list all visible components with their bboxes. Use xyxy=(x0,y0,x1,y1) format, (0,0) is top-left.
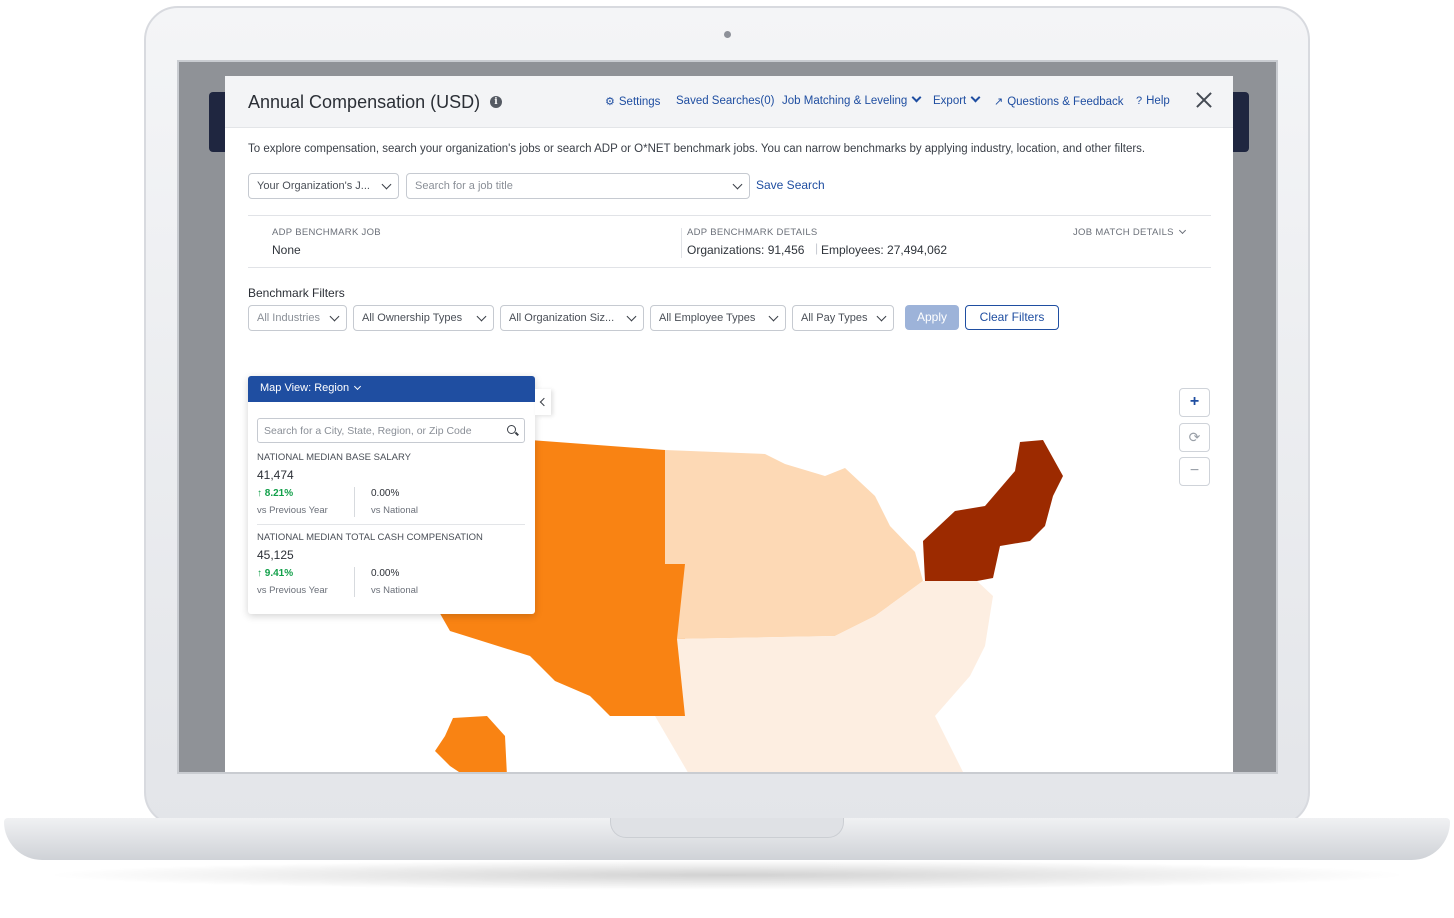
cash-comp-value: 45,125 xyxy=(257,548,294,562)
search-icon[interactable] xyxy=(507,425,516,434)
map-region-northeast[interactable] xyxy=(923,440,1063,581)
cash-comp-vs-national: 0.00% xyxy=(371,568,400,579)
laptop-notch xyxy=(610,818,844,838)
base-salary-change: ↑ 8.21% xyxy=(257,488,293,499)
cash-comp-change: ↑ 9.41% xyxy=(257,568,293,579)
zoom-in-button[interactable]: + xyxy=(1179,388,1210,417)
divider xyxy=(354,567,355,597)
reset-zoom-button[interactable]: ⟳ xyxy=(1179,423,1210,452)
chevron-down-icon xyxy=(354,382,362,391)
laptop-shadow xyxy=(40,860,1414,890)
cash-comp-label: NATIONAL MEDIAN TOTAL CASH COMPENSATION xyxy=(257,532,483,543)
base-salary-change-value: 8.21% xyxy=(264,488,294,499)
map-summary-panel: Map View: Region Search for a City, Stat… xyxy=(248,376,535,614)
location-search-input[interactable]: Search for a City, State, Region, or Zip… xyxy=(257,418,525,443)
vs-national-label: vs National xyxy=(371,505,418,516)
vs-previous-year-label: vs Previous Year xyxy=(257,505,328,516)
laptop-screen: Annual Compensation (USD) i ⚙ Settings Sa… xyxy=(177,60,1278,774)
arrow-up-icon: ↑ xyxy=(257,568,265,579)
base-salary-vs-national: 0.00% xyxy=(371,488,400,499)
map-view-selector[interactable]: Map View: Region xyxy=(248,376,535,402)
camera-icon xyxy=(724,31,731,38)
arrow-up-icon: ↑ xyxy=(257,488,265,499)
base-salary-label: NATIONAL MEDIAN BASE SALARY xyxy=(257,452,411,463)
base-salary-value: 41,474 xyxy=(257,468,294,482)
collapse-panel-chevron-icon[interactable] xyxy=(535,389,551,415)
zoom-out-button[interactable]: − xyxy=(1179,457,1210,486)
map-view-label: Map View: Region xyxy=(260,382,350,394)
location-search-placeholder: Search for a City, State, Region, or Zip… xyxy=(264,425,472,437)
vs-previous-year-label: vs Previous Year xyxy=(257,585,328,596)
map-region-alaska[interactable] xyxy=(435,716,507,774)
compensation-modal: Annual Compensation (USD) i ⚙ Settings Sa… xyxy=(225,76,1233,774)
vs-national-label: vs National xyxy=(371,585,418,596)
cash-comp-change-value: 9.41% xyxy=(264,568,294,579)
divider xyxy=(354,487,355,517)
divider xyxy=(257,524,525,525)
